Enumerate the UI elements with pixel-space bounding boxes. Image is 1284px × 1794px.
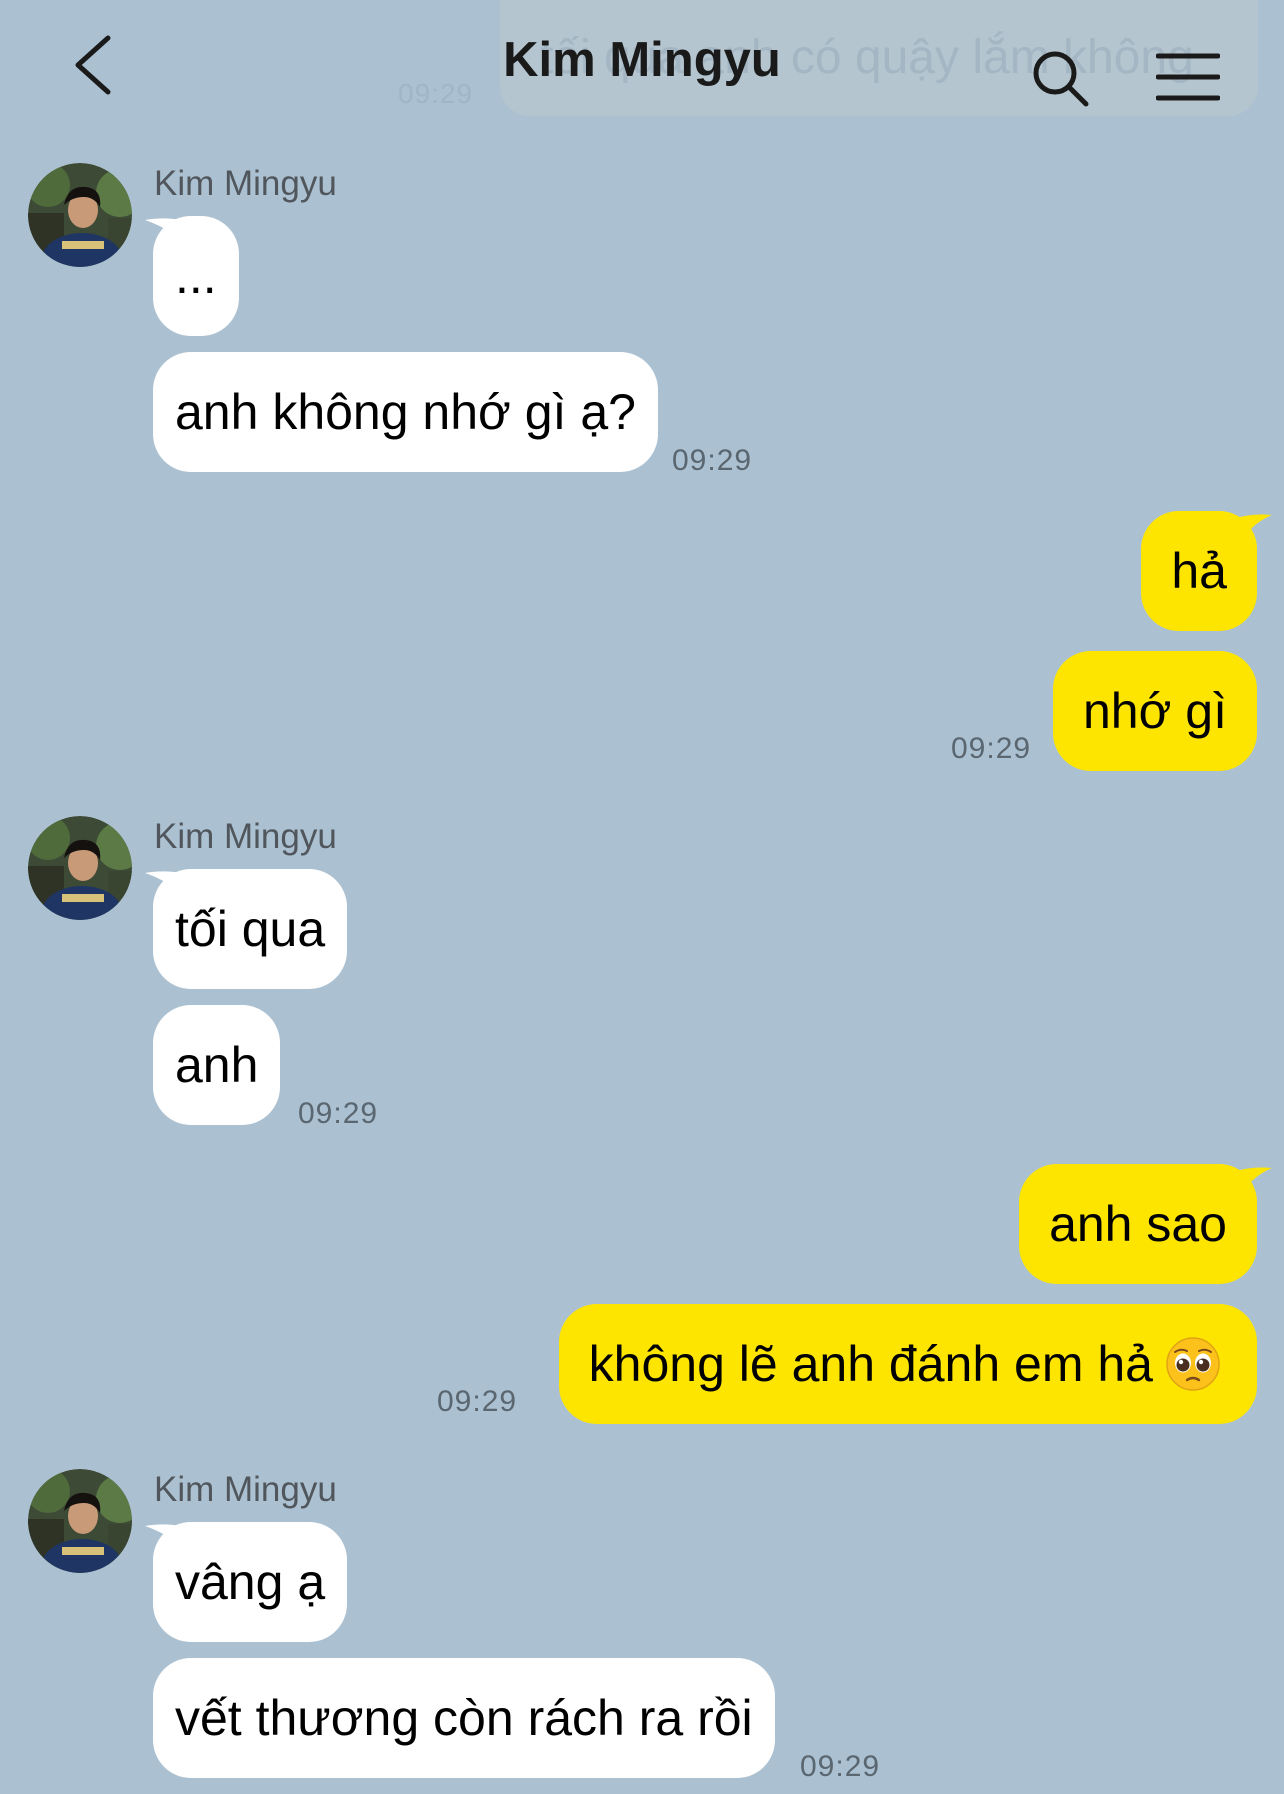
message-timestamp: 09:29: [298, 1097, 379, 1130]
outgoing-message-bubble[interactable]: không lẽ anh đánh em hả: [558, 1304, 1257, 1424]
incoming-message-bubble[interactable]: anh: [153, 1005, 281, 1125]
message-timestamp: 09:29: [672, 444, 753, 477]
chat-title: Kim Mingyu: [503, 33, 781, 87]
contact-avatar[interactable]: [28, 163, 132, 267]
incoming-message-bubble[interactable]: tối qua: [153, 869, 348, 989]
incoming-message-bubble[interactable]: vâng ạ: [153, 1522, 348, 1642]
contact-avatar[interactable]: [28, 816, 132, 920]
back-arrow-icon[interactable]: [62, 30, 132, 100]
sender-name: Kim Mingyu: [154, 1470, 337, 1509]
message-timestamp: 09:29: [437, 1385, 518, 1418]
outgoing-message-text: không lẽ anh đánh em hả: [588, 1336, 1153, 1392]
outgoing-message-bubble[interactable]: anh sao: [1019, 1164, 1257, 1284]
outgoing-message-bubble[interactable]: nhớ gì: [1053, 651, 1257, 771]
previous-message-ghost-time: 09:29: [398, 78, 474, 109]
pleading-face-emoji: [1166, 1337, 1220, 1391]
sender-name: Kim Mingyu: [154, 817, 337, 856]
incoming-message-bubble[interactable]: vết thương còn rách ra rồi: [153, 1658, 775, 1778]
contact-avatar[interactable]: [28, 1469, 132, 1573]
message-timestamp: 09:29: [800, 1750, 881, 1783]
menu-icon[interactable]: [1156, 52, 1220, 102]
sender-name: Kim Mingyu: [154, 164, 337, 203]
outgoing-message-bubble[interactable]: hả: [1141, 511, 1257, 631]
incoming-message-bubble[interactable]: anh không nhớ gì ạ?: [153, 352, 658, 472]
incoming-message-bubble[interactable]: ...: [153, 216, 239, 336]
message-timestamp: 09:29: [951, 732, 1032, 765]
search-icon[interactable]: [1030, 48, 1094, 112]
